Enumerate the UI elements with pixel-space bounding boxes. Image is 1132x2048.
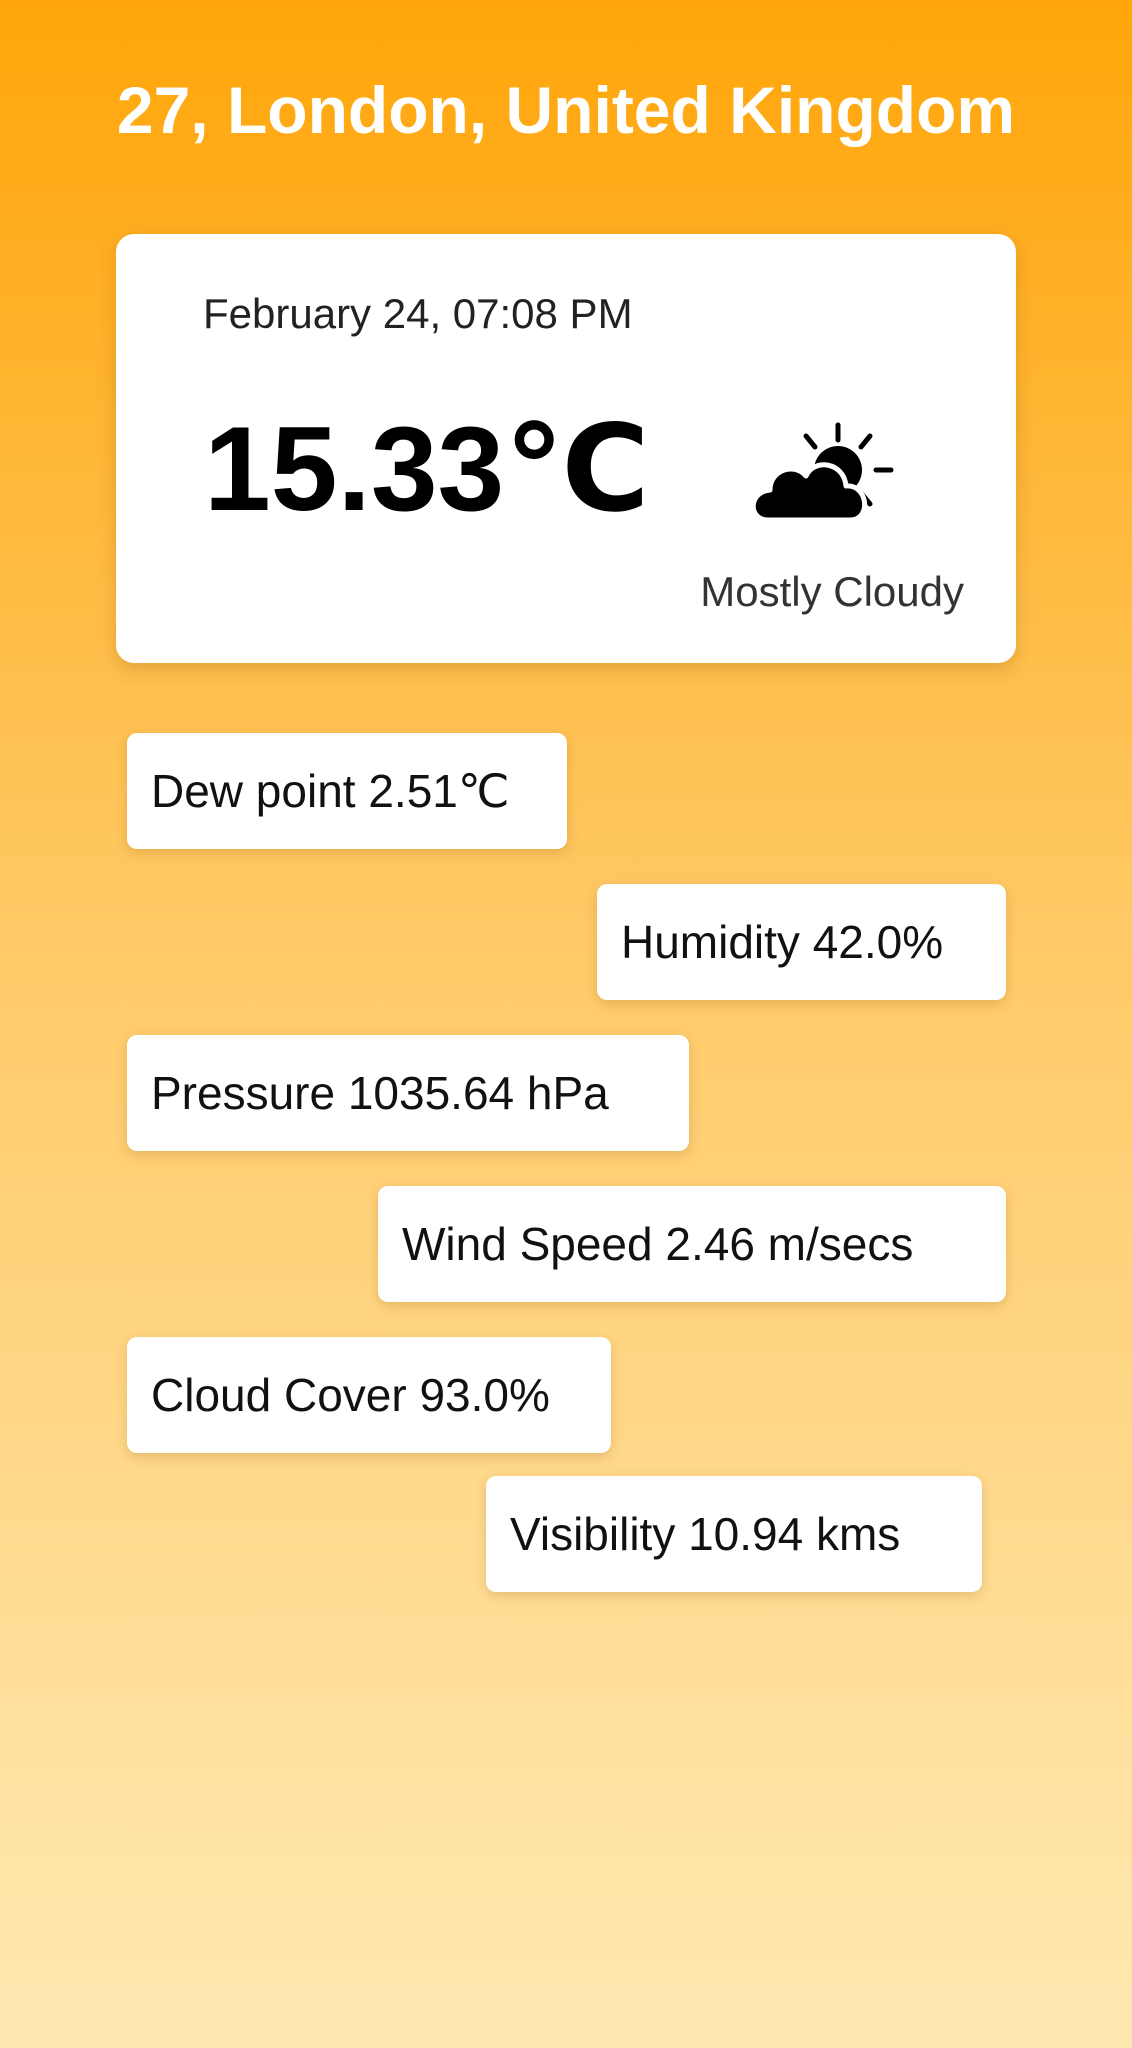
temperature-value: 15.33℃	[204, 402, 650, 536]
weather-condition: Mostly Cloudy	[700, 568, 964, 615]
location-title: 27, London, United Kingdom	[116, 73, 1016, 147]
humidity-chip: Humidity 42.0%	[597, 884, 1006, 1000]
dew-point-chip: Dew point 2.51℃	[127, 733, 567, 849]
visibility-chip: Visibility 10.94 kms	[486, 1476, 982, 1592]
cloud-cover-chip: Cloud Cover 93.0%	[127, 1337, 611, 1453]
current-weather-card: February 24, 07:08 PM 15.33℃ Mostly Clou…	[116, 234, 1016, 663]
partly-cloudy-icon	[750, 422, 894, 523]
wind-speed-chip: Wind Speed 2.46 m/secs	[378, 1186, 1006, 1302]
date-time: February 24, 07:08 PM	[203, 290, 633, 337]
pressure-chip: Pressure 1035.64 hPa	[127, 1035, 689, 1151]
